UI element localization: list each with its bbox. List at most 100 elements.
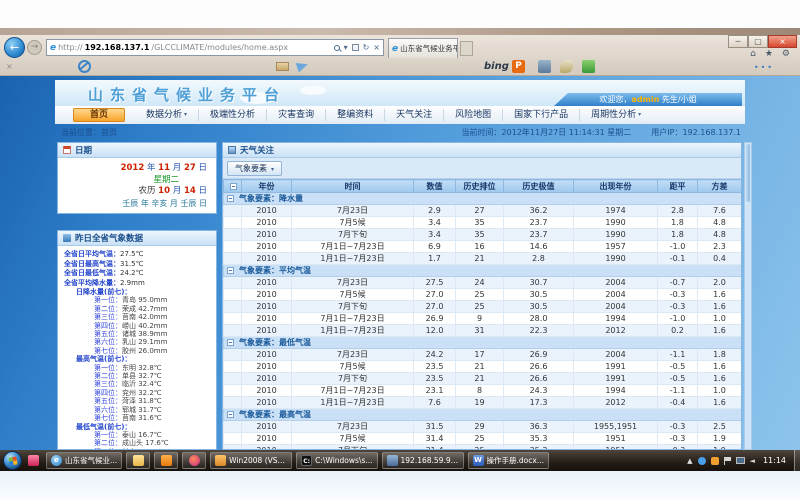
- rank-value[interactable]: 临沂 32.4℃: [122, 380, 162, 388]
- column-header[interactable]: 历史排位: [456, 180, 504, 193]
- rank-value[interactable]: 崂山 40.2mm: [122, 322, 167, 330]
- maximize-button[interactable]: ▢: [748, 35, 768, 48]
- rank-value[interactable]: 青岛 95.0mm: [122, 296, 167, 304]
- addon-icon[interactable]: [582, 60, 595, 73]
- rank-value[interactable]: 诸城 38.9mm: [122, 330, 167, 338]
- browser-tab[interactable]: e 山东省气候业务平... ×: [388, 38, 458, 58]
- collapse-icon[interactable]: [227, 267, 234, 274]
- pinned-app-icon[interactable]: [28, 455, 39, 466]
- table-row[interactable]: 20107月1日~7月23日23.1824.31994-1.11.0: [224, 385, 742, 397]
- bing-app-icon[interactable]: P: [512, 60, 525, 73]
- stop-icon[interactable]: ×: [373, 43, 380, 52]
- table-row[interactable]: 20107月5候31.42535.31951-0.31.9: [224, 433, 742, 445]
- rank-value[interactable]: 菏泽 31.8℃: [122, 397, 162, 405]
- bing-logo[interactable]: bing: [484, 61, 509, 72]
- column-header[interactable]: 出现年份: [574, 180, 658, 193]
- table-row[interactable]: 20107月下旬27.02530.52004-0.31.6: [224, 301, 742, 313]
- rank-value[interactable]: 莒南 31.6℃: [122, 414, 162, 422]
- rank-value[interactable]: 乳山 29.1mm: [122, 338, 167, 346]
- minimize-button[interactable]: ─: [728, 35, 748, 48]
- collapse-icon[interactable]: [230, 183, 237, 190]
- element-filter-button[interactable]: 气象要素: [227, 161, 282, 176]
- table-group-row[interactable]: 气象要素：最低气温: [224, 337, 742, 349]
- scrollbar-thumb[interactable]: [746, 144, 750, 202]
- table-row[interactable]: 20107月5候27.02530.52004-0.31.6: [224, 289, 742, 301]
- address-bar[interactable]: e http://192.168.137.1/GLCCLIMATE/module…: [46, 39, 384, 56]
- table-row[interactable]: 20107月下旬23.52126.61991-0.51.6: [224, 373, 742, 385]
- column-header[interactable]: 数值: [414, 180, 456, 193]
- toolbar-close-icon[interactable]: ×: [6, 62, 13, 71]
- show-desktop-button[interactable]: [794, 450, 800, 471]
- table-group-row[interactable]: 气象要素：降水量: [224, 193, 742, 205]
- refresh-icon[interactable]: ↻: [363, 43, 370, 52]
- action-center-flag-icon[interactable]: [724, 457, 731, 465]
- collapse-icon[interactable]: [227, 411, 234, 418]
- taskbar-button-cmd[interactable]: C:\Windows\s...: [296, 452, 377, 469]
- taskbar-clock[interactable]: 11:14: [763, 456, 786, 465]
- rank-value[interactable]: 荣成 42.7mm: [122, 305, 167, 313]
- table-group-row[interactable]: 气象要素：最高气温: [224, 409, 742, 421]
- nav-item-6[interactable]: 风险地图: [444, 109, 503, 121]
- page-scrollbar[interactable]: [744, 142, 752, 450]
- nav-item-7[interactable]: 国家下行产品: [503, 109, 580, 121]
- table-row[interactable]: 20107月5候23.52126.61991-0.51.6: [224, 361, 742, 373]
- rank-value[interactable]: 胶州 26.0mm: [122, 347, 167, 355]
- mail-icon[interactable]: [276, 62, 289, 71]
- nav-item-5[interactable]: 天气关注: [385, 109, 444, 121]
- taskbar-button-vm[interactable]: Win2008 (VS2...: [210, 452, 292, 469]
- column-header[interactable]: 方差: [698, 180, 742, 193]
- volume-icon[interactable]: ◄: [750, 457, 755, 465]
- taskbar-button-word[interactable]: 操作手册.docx...: [468, 452, 549, 469]
- table-row[interactable]: 20107月23日2.92736.219742.87.6: [224, 205, 742, 217]
- collapse-icon[interactable]: [227, 195, 234, 202]
- close-button[interactable]: ×: [768, 35, 797, 48]
- search-icon[interactable]: [334, 45, 340, 51]
- send-icon[interactable]: [296, 60, 310, 73]
- table-row[interactable]: 20101月1日~7月23日1.7212.81990-0.10.4: [224, 253, 742, 265]
- network-icon[interactable]: [736, 457, 745, 464]
- nav-item-3[interactable]: 灾害查询: [267, 109, 326, 121]
- column-header[interactable]: 年份: [242, 180, 292, 193]
- taskbar-button-orange-app[interactable]: [154, 452, 178, 469]
- compatibility-view-icon[interactable]: [352, 44, 359, 51]
- table-row[interactable]: 20107月5候3.43523.719901.84.8: [224, 217, 742, 229]
- show-hidden-icons[interactable]: ▲: [687, 457, 692, 465]
- security-tray-icon[interactable]: [711, 457, 719, 465]
- camera-icon[interactable]: [538, 60, 551, 73]
- chevron-down-icon[interactable]: ▾: [344, 43, 348, 52]
- new-tab-button[interactable]: [460, 41, 473, 56]
- column-header[interactable]: 时间: [292, 180, 414, 193]
- table-row[interactable]: 20107月23日24.21726.92004-1.11.8: [224, 349, 742, 361]
- nav-item-2[interactable]: 极端性分析: [199, 109, 267, 121]
- more-options-icon[interactable]: •••: [754, 63, 774, 72]
- rank-value[interactable]: 单县 32.7℃: [122, 372, 162, 380]
- table-row[interactable]: 20107月23日27.52430.72004-0.72.0: [224, 277, 742, 289]
- rank-value[interactable]: 郓城 31.7℃: [122, 406, 162, 414]
- taskbar-button-folder[interactable]: [126, 452, 150, 469]
- satellite-icon[interactable]: [560, 60, 573, 73]
- column-header[interactable]: 历史极值: [504, 180, 574, 193]
- taskbar-button-ie[interactable]: 山东省气候业...: [46, 452, 122, 469]
- expand-all-header[interactable]: [224, 180, 242, 193]
- nav-item-1[interactable]: 数据分析▾: [135, 109, 199, 121]
- rank-value[interactable]: 东明 32.8℃: [122, 364, 162, 372]
- nav-item-4[interactable]: 整编资料: [326, 109, 385, 121]
- start-button[interactable]: [3, 451, 22, 470]
- column-header[interactable]: 距平: [658, 180, 698, 193]
- table-row[interactable]: 20101月1日~7月23日7.61917.32012-0.41.6: [224, 397, 742, 409]
- table-row[interactable]: 20107月1日~7月23日26.9928.01994-1.01.0: [224, 313, 742, 325]
- table-row[interactable]: 20107月下旬3.43523.719901.84.8: [224, 229, 742, 241]
- table-row[interactable]: 20107月1日~7月23日6.91614.61957-1.02.3: [224, 241, 742, 253]
- rank-value[interactable]: 莒南 42.0mm: [122, 313, 167, 321]
- table-row[interactable]: 20107月23日31.52936.31955,1951-0.32.5: [224, 421, 742, 433]
- table-row[interactable]: 20101月1日~7月23日12.03122.320120.21.6: [224, 325, 742, 337]
- nav-item-8[interactable]: 周期性分析▾: [580, 109, 652, 121]
- collapse-icon[interactable]: [227, 339, 234, 346]
- taskbar-button-rdp[interactable]: 192.168.59.99...: [382, 452, 464, 469]
- forward-button[interactable]: →: [27, 40, 42, 55]
- messenger-tray-icon[interactable]: [698, 457, 706, 465]
- taskbar-button-media[interactable]: [182, 452, 206, 469]
- rank-value[interactable]: 泰山 16.7℃: [122, 431, 162, 439]
- back-button[interactable]: ←: [4, 37, 25, 58]
- table-group-row[interactable]: 气象要素：平均气温: [224, 265, 742, 277]
